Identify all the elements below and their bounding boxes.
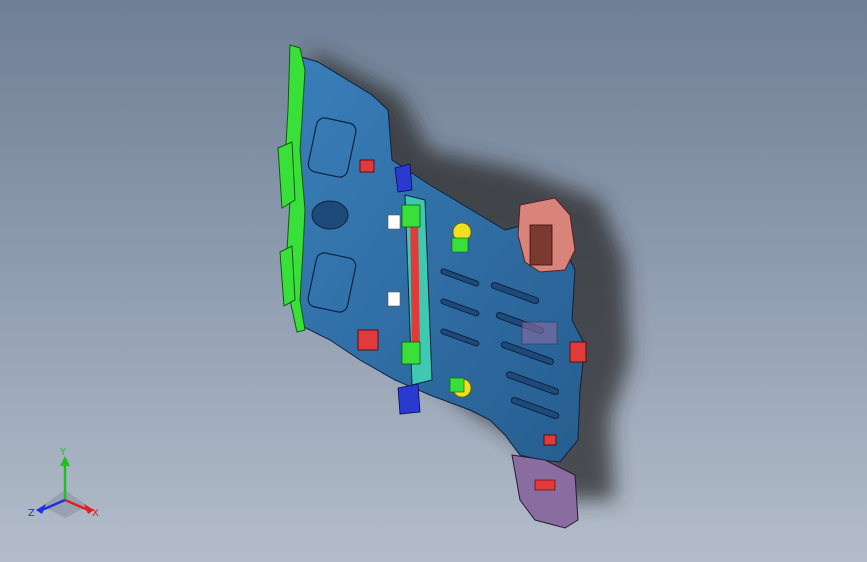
cad-viewport[interactable] — [0, 0, 867, 562]
rail-green-block-top[interactable] — [401, 204, 421, 228]
right-red-latch[interactable] — [569, 341, 587, 363]
yellow-pin-upper[interactable] — [451, 222, 472, 253]
bracket-inner-plate — [529, 224, 553, 266]
rail-white-tab-2 — [387, 291, 401, 307]
triad-z-label: Z — [28, 508, 35, 519]
rail-white-tab-1 — [387, 214, 401, 230]
left-green-tab-lower — [279, 245, 296, 307]
purple-plate-red-mark — [534, 479, 556, 491]
purple-insert-mid — [521, 321, 558, 345]
blue-block-bottom[interactable] — [397, 383, 421, 415]
rail-green-block-bottom[interactable] — [401, 341, 421, 365]
floor-panel-model[interactable] — [277, 44, 587, 529]
red-clamp-2[interactable] — [357, 329, 379, 351]
blue-block-top[interactable] — [394, 163, 413, 193]
triad-x-label: X — [92, 508, 99, 519]
orientation-triad[interactable]: Y X Z — [22, 444, 108, 526]
red-clamp-3[interactable] — [543, 434, 557, 446]
red-clamp-1[interactable] — [359, 159, 375, 173]
left-green-tab-upper — [277, 141, 296, 209]
triad-y-label: Y — [59, 447, 67, 458]
oval-hole — [311, 200, 349, 230]
